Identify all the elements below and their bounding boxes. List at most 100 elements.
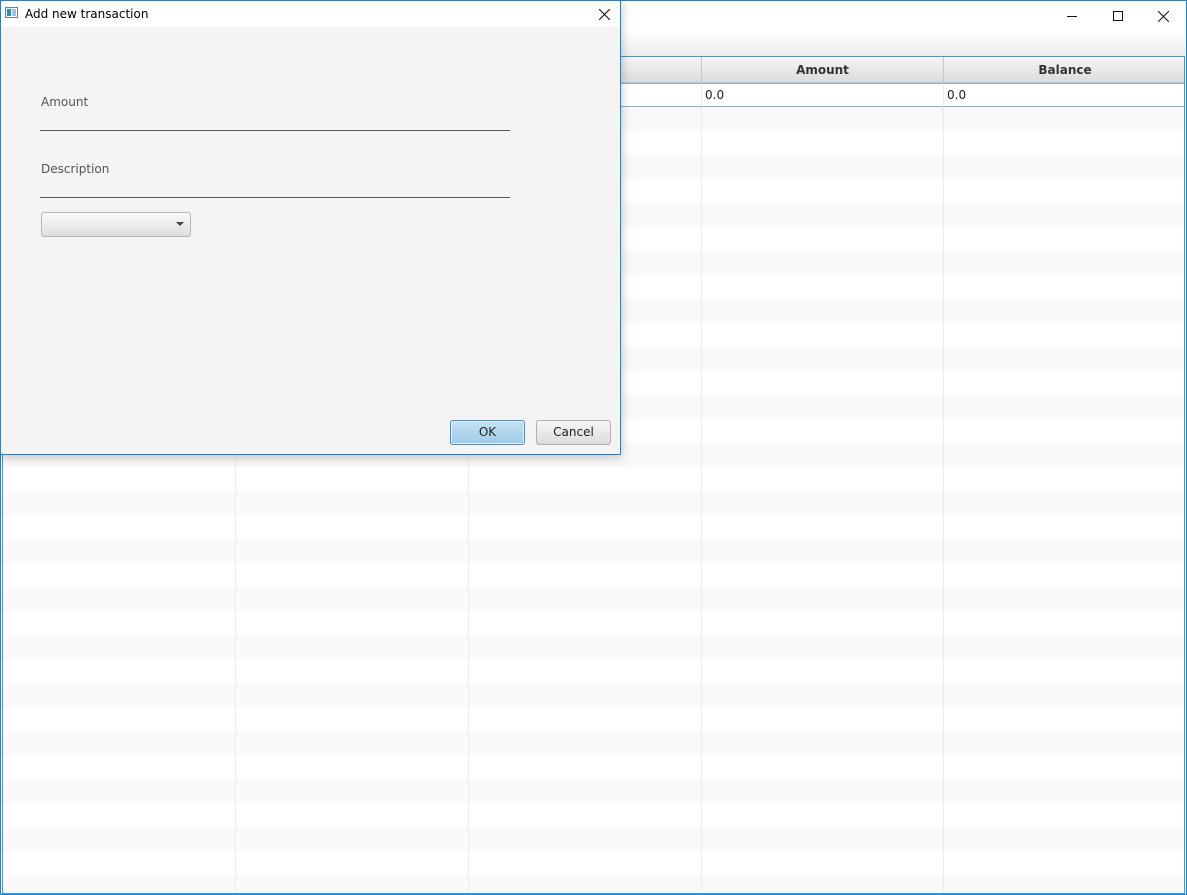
table-cell bbox=[702, 755, 944, 779]
table-cell bbox=[944, 611, 1184, 635]
table-cell bbox=[3, 539, 236, 563]
table-cell bbox=[3, 683, 236, 707]
table-row[interactable] bbox=[3, 779, 1184, 803]
table-cell bbox=[944, 659, 1184, 683]
table-row[interactable] bbox=[3, 659, 1184, 683]
table-cell bbox=[702, 467, 944, 491]
table-cell bbox=[702, 155, 944, 179]
table-cell bbox=[944, 491, 1184, 515]
table-cell bbox=[236, 491, 469, 515]
table-cell bbox=[944, 779, 1184, 803]
table-row[interactable] bbox=[3, 875, 1184, 893]
table-cell bbox=[236, 827, 469, 851]
table-cell bbox=[702, 395, 944, 419]
amount-input[interactable] bbox=[40, 107, 510, 131]
table-cell bbox=[469, 539, 702, 563]
table-cell bbox=[236, 467, 469, 491]
table-row[interactable] bbox=[3, 851, 1184, 875]
table-cell bbox=[469, 515, 702, 539]
table-cell bbox=[702, 803, 944, 827]
table-cell bbox=[944, 683, 1184, 707]
table-cell bbox=[3, 851, 236, 875]
table-cell bbox=[944, 443, 1184, 467]
table-cell bbox=[469, 611, 702, 635]
chevron-down-icon bbox=[176, 222, 184, 226]
table-cell bbox=[944, 251, 1184, 275]
table-cell bbox=[3, 611, 236, 635]
table-row[interactable] bbox=[3, 707, 1184, 731]
category-combo-box[interactable] bbox=[41, 212, 191, 237]
minimize-icon[interactable] bbox=[1049, 1, 1095, 31]
table-cell bbox=[3, 803, 236, 827]
dialog-close-icon[interactable] bbox=[588, 1, 620, 27]
table-cell bbox=[3, 755, 236, 779]
column-header-balance[interactable]: Balance bbox=[944, 57, 1184, 82]
table-cell bbox=[236, 587, 469, 611]
table-cell bbox=[944, 587, 1184, 611]
table-row[interactable] bbox=[3, 539, 1184, 563]
table-cell bbox=[702, 107, 944, 131]
table-row[interactable] bbox=[3, 563, 1184, 587]
amount-cell: 0.0 bbox=[702, 83, 944, 107]
table-row[interactable] bbox=[3, 467, 1184, 491]
table-cell bbox=[3, 707, 236, 731]
table-cell bbox=[469, 491, 702, 515]
cancel-button[interactable]: Cancel bbox=[536, 420, 611, 445]
table-cell bbox=[469, 827, 702, 851]
table-cell bbox=[236, 683, 469, 707]
table-cell bbox=[944, 179, 1184, 203]
table-row[interactable] bbox=[3, 683, 1184, 707]
table-cell bbox=[3, 491, 236, 515]
table-cell bbox=[702, 611, 944, 635]
table-cell bbox=[944, 851, 1184, 875]
table-row[interactable] bbox=[3, 611, 1184, 635]
table-row[interactable] bbox=[3, 515, 1184, 539]
table-cell bbox=[702, 419, 944, 443]
table-cell bbox=[944, 419, 1184, 443]
ok-button[interactable]: OK bbox=[450, 420, 525, 445]
table-row[interactable] bbox=[3, 635, 1184, 659]
table-cell bbox=[702, 275, 944, 299]
table-cell bbox=[944, 731, 1184, 755]
maximize-icon[interactable] bbox=[1095, 1, 1141, 31]
table-row[interactable] bbox=[3, 803, 1184, 827]
table-cell bbox=[236, 707, 469, 731]
table-cell bbox=[944, 827, 1184, 851]
table-cell bbox=[944, 323, 1184, 347]
table-cell bbox=[944, 155, 1184, 179]
close-icon[interactable] bbox=[1140, 1, 1186, 31]
table-cell bbox=[702, 563, 944, 587]
table-cell bbox=[236, 755, 469, 779]
table-cell bbox=[469, 755, 702, 779]
table-cell bbox=[944, 347, 1184, 371]
table-cell bbox=[944, 275, 1184, 299]
table-cell bbox=[702, 707, 944, 731]
table-cell bbox=[236, 611, 469, 635]
table-cell bbox=[3, 587, 236, 611]
dialog-titlebar[interactable]: Add new transaction bbox=[1, 1, 620, 27]
table-cell bbox=[469, 803, 702, 827]
table-cell bbox=[944, 299, 1184, 323]
table-cell bbox=[944, 635, 1184, 659]
column-header-amount[interactable]: Amount bbox=[702, 57, 944, 82]
balance-cell: 0.0 bbox=[944, 83, 1184, 107]
table-cell bbox=[469, 635, 702, 659]
table-row[interactable] bbox=[3, 491, 1184, 515]
table-row[interactable] bbox=[3, 827, 1184, 851]
table-cell bbox=[236, 659, 469, 683]
table-cell bbox=[3, 635, 236, 659]
table-cell bbox=[944, 515, 1184, 539]
table-row[interactable] bbox=[3, 731, 1184, 755]
add-transaction-dialog: Add new transaction Amount Description O… bbox=[0, 0, 621, 455]
table-cell bbox=[236, 803, 469, 827]
table-row[interactable] bbox=[3, 755, 1184, 779]
table-cell bbox=[702, 443, 944, 467]
table-cell bbox=[944, 107, 1184, 131]
table-cell bbox=[3, 731, 236, 755]
table-cell bbox=[3, 827, 236, 851]
table-cell bbox=[469, 707, 702, 731]
description-input[interactable] bbox=[40, 174, 510, 198]
table-cell bbox=[3, 659, 236, 683]
table-cell bbox=[236, 539, 469, 563]
table-row[interactable] bbox=[3, 587, 1184, 611]
